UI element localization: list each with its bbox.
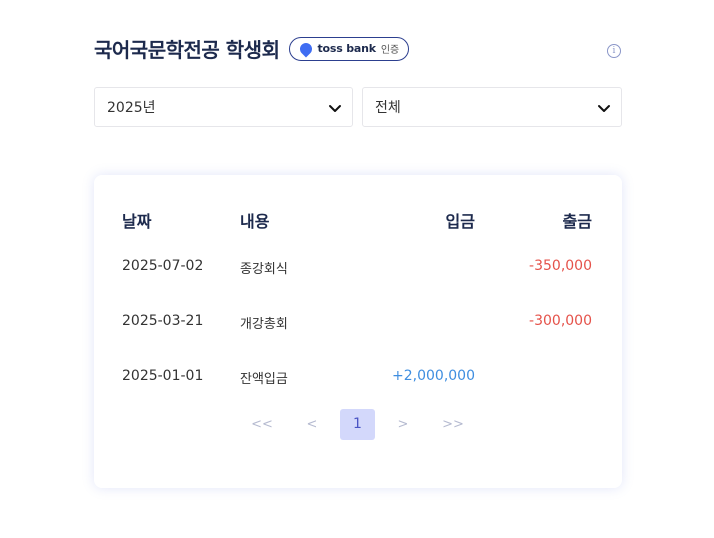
chevron-down-icon [329, 105, 341, 112]
badge-brand-label: toss bank [317, 42, 376, 55]
tossbank-verified-badge: toss bank 인증 [289, 36, 410, 61]
table-row: 2025-03-21 개강총회 -300,000 [94, 313, 622, 337]
tossbank-logo-icon [297, 40, 315, 57]
year-select-value: 2025년 [107, 100, 156, 116]
chevron-down-icon [598, 105, 610, 112]
pagination: << < 1 > >> [94, 409, 622, 440]
row-description: 종강회식 [240, 262, 288, 277]
info-icon[interactable]: i [607, 44, 621, 58]
header: 국어국문학전공 학생회 toss bank 인증 [94, 34, 410, 63]
page-title: 국어국문학전공 학생회 [94, 38, 280, 62]
page-1-button[interactable]: 1 [340, 409, 375, 440]
row-withdrawal: -300,000 [529, 313, 592, 329]
next-page-button[interactable]: > [395, 409, 411, 440]
table-row: 2025-07-02 종강회식 -350,000 [94, 258, 622, 282]
prev-page-button[interactable]: < [304, 409, 320, 440]
column-header-date: 날짜 [122, 212, 152, 231]
transactions-card: 날짜 내용 입금 출금 2025-07-02 종강회식 -350,000 202… [94, 175, 622, 488]
row-description: 개강총회 [240, 317, 288, 332]
row-date: 2025-07-02 [122, 258, 204, 274]
row-date: 2025-01-01 [122, 368, 204, 384]
badge-verified-label: 인증 [380, 45, 400, 56]
row-date: 2025-03-21 [122, 313, 204, 329]
column-header-description: 내용 [240, 212, 270, 231]
row-withdrawal: -350,000 [529, 258, 592, 274]
category-select-value: 전체 [375, 100, 401, 116]
table-row: 2025-01-01 잔액입금 +2,000,000 [94, 368, 622, 392]
row-description: 잔액입금 [240, 372, 288, 387]
first-page-button[interactable]: << [250, 409, 274, 440]
page: 국어국문학전공 학생회 toss bank 인증 i 2025년 전체 날짜 내… [0, 0, 714, 538]
category-select[interactable]: 전체 [362, 87, 622, 127]
year-select[interactable]: 2025년 [94, 87, 353, 127]
row-deposit: +2,000,000 [392, 368, 475, 384]
column-header-deposit: 입금 [445, 212, 475, 231]
last-page-button[interactable]: >> [441, 409, 465, 440]
column-header-withdrawal: 출금 [562, 212, 592, 231]
